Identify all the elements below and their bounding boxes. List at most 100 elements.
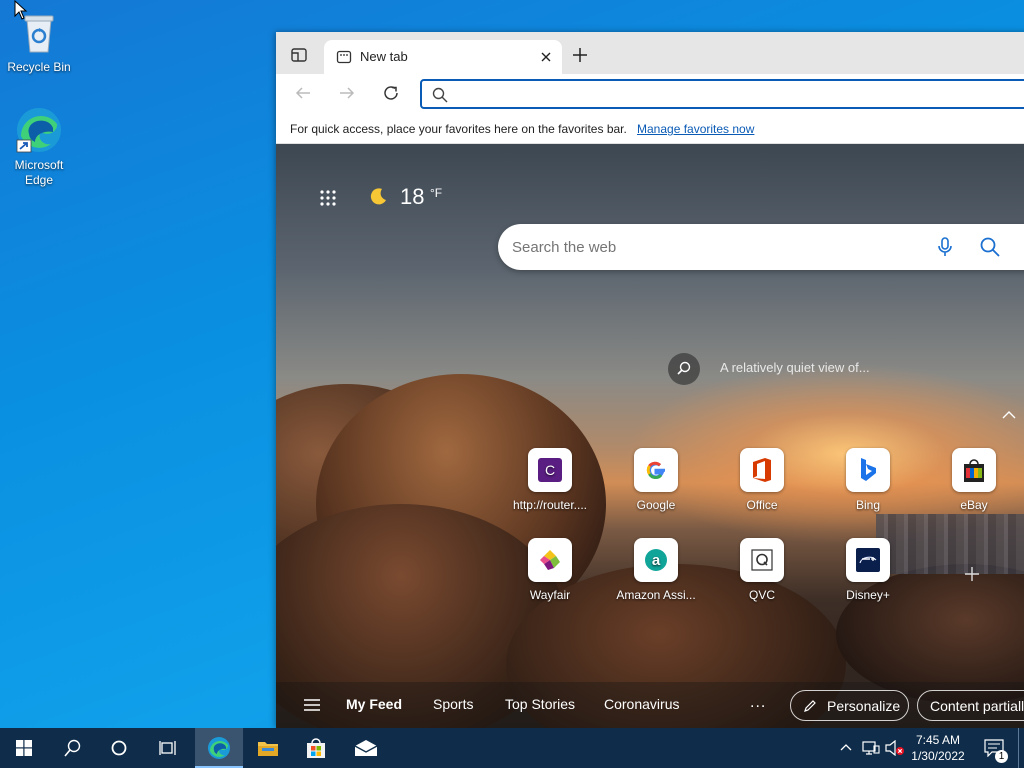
wayfair-icon bbox=[540, 550, 560, 570]
quick-link-label: http://router.... bbox=[512, 498, 588, 512]
ebay-icon bbox=[964, 459, 984, 482]
refresh-icon[interactable] bbox=[382, 84, 400, 102]
show-desktop-button[interactable] bbox=[1018, 728, 1024, 768]
quick-link-label: Google bbox=[636, 498, 676, 512]
edge-icon bbox=[15, 106, 63, 154]
quick-link-office[interactable]: Office bbox=[712, 448, 812, 512]
quick-link-qvc[interactable]: QVC bbox=[712, 538, 812, 602]
quick-link-label: Wayfair bbox=[529, 588, 571, 602]
action-center-button[interactable]: 1 bbox=[980, 728, 1010, 768]
new-tab-page-icon bbox=[336, 50, 352, 64]
office-icon bbox=[753, 458, 771, 482]
system-clock[interactable]: 7:45 AM 1/30/2022 bbox=[908, 732, 968, 764]
svg-text:C: C bbox=[545, 462, 555, 478]
image-search-icon bbox=[677, 361, 691, 375]
menu-icon[interactable] bbox=[304, 699, 320, 711]
new-tab-page: 18 °F A relatively quiet view of... bbox=[276, 144, 1024, 728]
network-icon[interactable] bbox=[862, 740, 880, 756]
forward-arrow-icon[interactable] bbox=[338, 85, 356, 101]
back-arrow-icon[interactable] bbox=[294, 85, 312, 101]
edge-browser-window: New tab For quick access, place your fav… bbox=[276, 32, 1024, 728]
qvc-icon bbox=[751, 549, 773, 571]
add-quick-link-icon[interactable] bbox=[964, 566, 980, 582]
address-bar[interactable] bbox=[420, 79, 1024, 109]
tab-actions-icon bbox=[291, 48, 307, 62]
taskbar-mail-button[interactable] bbox=[342, 728, 390, 768]
taskbar-search-button[interactable] bbox=[48, 728, 96, 768]
new-tab-plus-icon[interactable] bbox=[572, 47, 588, 63]
moon-icon bbox=[370, 188, 386, 205]
manage-favorites-link[interactable]: Manage favorites now bbox=[637, 122, 754, 136]
personalize-label: Personalize bbox=[827, 698, 901, 714]
task-view-button[interactable] bbox=[144, 728, 192, 768]
task-view-icon bbox=[159, 741, 176, 755]
quick-link-ebay[interactable]: eBay bbox=[924, 448, 1024, 512]
content-visibility-button[interactable]: Content partiall bbox=[917, 690, 1024, 721]
close-tab-icon[interactable] bbox=[540, 51, 552, 63]
quick-link-label: Bing bbox=[855, 498, 881, 512]
web-search-input[interactable] bbox=[512, 236, 912, 258]
web-search-box[interactable] bbox=[498, 224, 1024, 270]
disney-plus-icon bbox=[856, 548, 880, 572]
desktop-icon-microsoft-edge[interactable]: Microsoft Edge bbox=[4, 106, 74, 188]
bing-icon bbox=[861, 458, 876, 481]
temperature-value: 18 bbox=[400, 184, 425, 209]
quick-link-bing[interactable]: Bing bbox=[818, 448, 918, 512]
feed-tab-top-stories[interactable]: Top Stories bbox=[505, 696, 575, 712]
cortana-button[interactable] bbox=[96, 728, 144, 768]
quick-link-google[interactable]: Google bbox=[606, 448, 706, 512]
more-options-button[interactable]: ... bbox=[750, 694, 766, 712]
clock-time: 7:45 AM bbox=[915, 733, 961, 747]
taskbar-edge-button[interactable] bbox=[195, 728, 243, 768]
svg-text:a: a bbox=[652, 552, 661, 569]
start-button[interactable] bbox=[0, 728, 48, 768]
quick-link-wayfair[interactable]: Wayfair bbox=[500, 538, 600, 602]
tab-strip: New tab bbox=[276, 32, 1024, 74]
tab-actions-button[interactable] bbox=[290, 46, 308, 64]
desktop-icon-label: Recycle Bin bbox=[7, 60, 71, 74]
chevron-up-icon[interactable] bbox=[1002, 410, 1016, 420]
app-launcher-icon[interactable] bbox=[319, 189, 337, 207]
show-hidden-icons-chevron-icon[interactable] bbox=[840, 743, 852, 751]
address-input[interactable] bbox=[456, 84, 1016, 104]
edge-icon bbox=[208, 737, 230, 759]
feed-tab-coronavirus[interactable]: Coronavirus bbox=[604, 696, 679, 712]
quick-link-amazon-assistant[interactable]: a Amazon Assi... bbox=[606, 538, 706, 602]
image-caption[interactable]: A relatively quiet view of... bbox=[720, 360, 870, 375]
quick-link-label: Amazon Assi... bbox=[616, 588, 696, 602]
router-c-icon: C bbox=[538, 458, 562, 482]
search-icon bbox=[64, 739, 81, 757]
mouse-cursor-icon bbox=[14, 0, 28, 20]
feed-tab-sports[interactable]: Sports bbox=[433, 696, 473, 712]
navigation-bar bbox=[276, 74, 1024, 112]
search-submit-icon[interactable] bbox=[980, 237, 1000, 257]
windows-logo-icon bbox=[16, 740, 32, 756]
feed-tab-my-feed[interactable]: My Feed bbox=[346, 696, 402, 712]
news-feed-bar: My Feed Sports Top Stories Coronavirus .… bbox=[276, 682, 1024, 728]
quick-link-label: eBay bbox=[960, 498, 988, 512]
content-visibility-label: Content partiall bbox=[930, 698, 1024, 714]
folder-icon bbox=[258, 742, 278, 756]
notification-count-badge: 1 bbox=[995, 750, 1008, 763]
microphone-icon[interactable] bbox=[938, 237, 952, 257]
amazon-assistant-icon: a bbox=[645, 549, 667, 571]
image-info-button[interactable] bbox=[668, 353, 700, 385]
quick-link-disney-plus[interactable]: Disney+ bbox=[818, 538, 918, 602]
mail-envelope-icon bbox=[354, 740, 378, 756]
clock-date: 1/30/2022 bbox=[911, 749, 965, 763]
volume-muted-icon[interactable] bbox=[885, 740, 905, 756]
store-bag-icon bbox=[307, 738, 325, 758]
cortana-circle-icon bbox=[111, 740, 127, 756]
quick-link-label: QVC bbox=[748, 588, 775, 602]
favorites-bar-message: For quick access, place your favorites h… bbox=[290, 122, 627, 136]
pencil-icon bbox=[804, 700, 816, 712]
google-icon bbox=[646, 461, 665, 480]
taskbar: 7:45 AM 1/30/2022 1 bbox=[0, 728, 1024, 768]
taskbar-file-explorer-button[interactable] bbox=[244, 728, 292, 768]
taskbar-store-button[interactable] bbox=[292, 728, 340, 768]
favorites-bar: For quick access, place your favorites h… bbox=[276, 112, 1024, 144]
quick-link-router[interactable]: C http://router.... bbox=[500, 448, 600, 512]
desktop-icon-label: Microsoft Edge bbox=[14, 158, 64, 187]
tab-new-tab[interactable]: New tab bbox=[324, 40, 562, 74]
personalize-button[interactable]: Personalize bbox=[790, 690, 909, 721]
